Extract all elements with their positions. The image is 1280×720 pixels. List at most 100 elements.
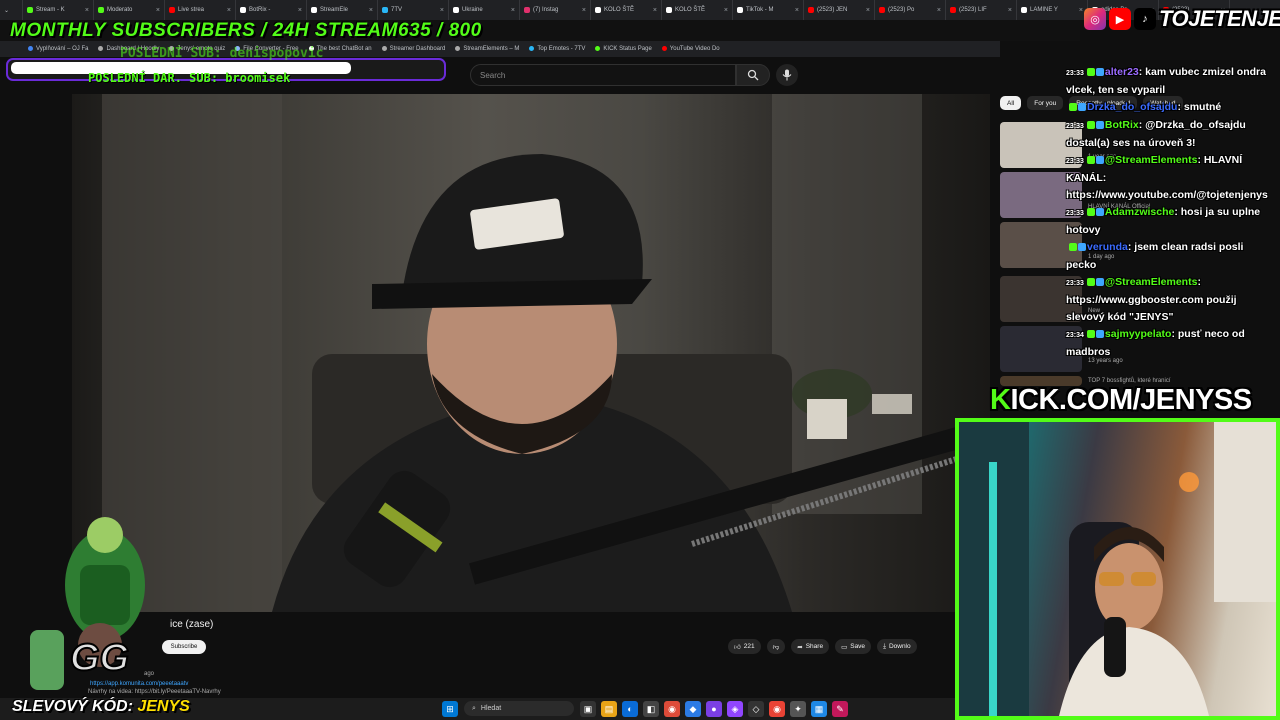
close-icon[interactable]: × xyxy=(511,7,515,14)
chrome-profile-icon[interactable]: ◉ xyxy=(769,701,785,717)
chrome-icon[interactable]: ◉ xyxy=(664,701,680,717)
verified-badge-icon xyxy=(1095,278,1104,287)
browser-tab[interactable]: StreamEle × xyxy=(307,0,378,20)
windows-start-icon[interactable]: ⊞ xyxy=(442,701,458,717)
filter-chip[interactable]: All xyxy=(1000,96,1022,110)
close-icon[interactable]: × xyxy=(440,7,444,14)
close-icon[interactable]: × xyxy=(653,7,657,14)
twitch-icon[interactable]: ◈ xyxy=(727,701,743,717)
voice-search-button[interactable] xyxy=(776,64,798,86)
bookmark-item[interactable]: StreamElements – M xyxy=(455,45,519,52)
browser-tab[interactable]: (2523) Po × xyxy=(875,0,946,20)
chat-username: Adamzwische xyxy=(1104,206,1175,218)
browser-tab[interactable]: (2523) JEN × xyxy=(804,0,875,20)
close-icon[interactable]: × xyxy=(156,7,160,14)
chat-username: BotRix xyxy=(1104,119,1139,131)
browser-tab[interactable]: (7) Instag × xyxy=(520,0,591,20)
bookmark-item[interactable]: YouTube Video Do xyxy=(661,45,720,53)
promo-code: SLEVOVÝ KÓD: JENYS xyxy=(12,698,190,716)
tab-favicon-icon xyxy=(950,7,956,13)
browser-tab[interactable]: Stream - K × xyxy=(23,0,94,20)
browser-tab[interactable]: Ukraine × xyxy=(449,0,520,20)
close-icon[interactable]: × xyxy=(227,7,231,14)
like-count: 221 xyxy=(743,643,755,650)
browser-tab[interactable]: BotRix - × xyxy=(236,0,307,20)
bookmark-item[interactable]: Streamer Dashboard xyxy=(381,45,445,52)
tab-label: Ukraine xyxy=(462,7,483,13)
browser-tab[interactable]: KOLO ŠTĚ × xyxy=(662,0,733,20)
download-button[interactable]: ⤓ Downlo xyxy=(877,639,917,654)
tab-label: KOLO ŠTĚ xyxy=(675,7,706,13)
tiktok-icon: ♪ xyxy=(1134,8,1156,30)
close-icon[interactable]: × xyxy=(1008,7,1012,14)
browser-tab[interactable]: LAMINE Y × xyxy=(1017,0,1088,20)
subscriber-badge-icon xyxy=(1069,243,1077,252)
dislike-button[interactable]: 👎︎ xyxy=(766,639,786,654)
close-icon[interactable]: × xyxy=(582,7,586,14)
close-icon[interactable]: × xyxy=(724,7,728,14)
tab-favicon-icon xyxy=(169,7,175,13)
browser-tab[interactable]: (2523) LIF × xyxy=(946,0,1017,20)
browser-tab[interactable]: TikTok - M × xyxy=(733,0,804,20)
tab-list-icon[interactable]: ⌄ xyxy=(0,0,23,20)
subscriber-badge-icon xyxy=(1086,278,1095,287)
search-icon: ⌕ xyxy=(472,704,476,712)
store-icon[interactable]: ◧ xyxy=(643,701,659,717)
browser-tab[interactable]: KOLO ŠTĚ × xyxy=(591,0,662,20)
chat-username: verunda xyxy=(1087,241,1128,253)
video-player[interactable] xyxy=(72,94,990,612)
download-icon: ⤓ xyxy=(883,642,886,650)
close-icon[interactable]: × xyxy=(298,7,302,14)
youtube-icon: ▶ xyxy=(1109,8,1131,30)
chat-overlay: 23:33 alter23: kam vubec zmizel ondra vlc… xyxy=(1066,64,1276,361)
bookmark-item[interactable]: Vyplňování – OJ Fa xyxy=(28,45,88,52)
bookmark-item[interactable]: KICK Status Page xyxy=(595,45,652,52)
save-button[interactable]: ▭ Save xyxy=(835,639,872,654)
close-icon[interactable]: × xyxy=(866,7,870,14)
app-icon-4[interactable]: ✎ xyxy=(832,701,848,717)
search-input[interactable]: Search xyxy=(470,64,736,86)
bookmark-label: YouTube Video Do xyxy=(669,46,720,53)
chat-message: 23:33 @StreamElements: https://www.ggboos… xyxy=(1066,274,1276,326)
tab-favicon-icon xyxy=(1021,7,1027,13)
tab-label: 7TV xyxy=(391,7,403,13)
search-button[interactable] xyxy=(736,64,770,86)
close-icon[interactable]: × xyxy=(795,7,799,14)
filter-chip[interactable]: For you xyxy=(1027,96,1064,110)
verified-badge-icon xyxy=(1078,103,1086,112)
tab-label: (2523) LIF xyxy=(959,7,987,13)
close-icon[interactable]: × xyxy=(369,7,373,14)
verified-badge-icon xyxy=(1078,243,1086,252)
app-icon-2[interactable]: ◇ xyxy=(748,701,764,717)
obs-icon[interactable]: ● xyxy=(706,701,722,717)
browser-tab[interactable]: Moderato × xyxy=(94,0,165,20)
chat-message: 23:33 alter23: kam vubec zmizel ondra vlc… xyxy=(1066,64,1276,99)
bookmark-item[interactable]: Top Emotes - 7TV xyxy=(529,45,585,52)
app-icon[interactable]: ◆ xyxy=(685,701,701,717)
tab-favicon-icon xyxy=(808,7,814,13)
share-button[interactable]: ➦ Share xyxy=(791,639,830,654)
video-actions: 👍︎ 221 👎︎ ➦ Share ▭ Save ⤓ Downlo xyxy=(728,639,917,654)
tab-label: Live strea xyxy=(178,7,205,13)
thumbs-up-icon: 👍︎ xyxy=(734,643,741,651)
close-icon[interactable]: × xyxy=(937,7,941,14)
like-button[interactable]: 👍︎ 221 xyxy=(728,639,761,654)
app-icon-3[interactable]: ✦ xyxy=(790,701,806,717)
svg-text:GG: GG xyxy=(70,637,129,679)
file-explorer-icon[interactable]: ▤ xyxy=(601,701,617,717)
subscriber-badge-icon xyxy=(1086,156,1095,165)
task-view-icon[interactable]: ▣ xyxy=(580,701,596,717)
notepad-icon[interactable]: ▦ xyxy=(811,701,827,717)
browser-tab[interactable]: Live strea × xyxy=(165,0,236,20)
bookmark-favicon-icon xyxy=(28,45,33,51)
close-icon[interactable]: × xyxy=(85,7,89,14)
edge-icon[interactable]: ◐ xyxy=(622,701,638,717)
verified-badge-icon xyxy=(1095,330,1104,339)
last-gift-sub-label: POSLEDNÍ DAR. SUB: broomisek xyxy=(88,71,291,85)
taskbar-search[interactable]: ⌕ Hledat xyxy=(464,701,574,716)
close-icon[interactable]: × xyxy=(1079,7,1083,14)
browser-tab[interactable]: 7TV × xyxy=(378,0,449,20)
kick-logo-letter: K xyxy=(990,384,1011,416)
verified-badge-icon xyxy=(1095,156,1104,165)
promo-code-value: JENYS xyxy=(137,698,190,715)
